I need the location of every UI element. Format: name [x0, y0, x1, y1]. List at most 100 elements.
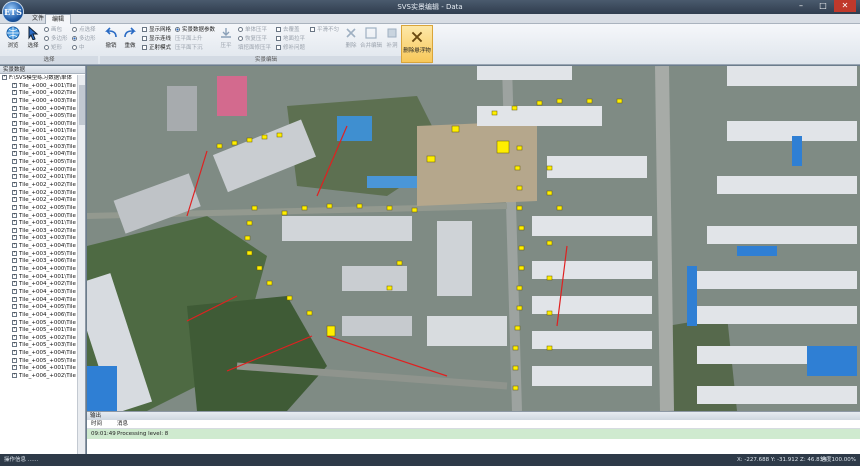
tile-checkbox[interactable]: [12, 159, 17, 165]
tree-tile-item[interactable]: Tile_+004_+002\Tile: [0, 281, 77, 289]
tile-checkbox[interactable]: [12, 174, 17, 180]
tree-tile-item[interactable]: Tile_+003_+005\Tile: [0, 250, 77, 259]
tree-tile-item[interactable]: Tile_+001_+000\Tile: [0, 120, 77, 129]
tree-tile-item[interactable]: Tile_+004_+006\Tile: [0, 311, 77, 320]
app-logo[interactable]: ETS: [2, 1, 24, 23]
tile-checkbox[interactable]: [12, 350, 17, 356]
tree-tile-item[interactable]: Tile_+003_+002\Tile: [0, 227, 77, 236]
param-up-button[interactable]: 压平面上升: [175, 35, 203, 43]
tree-tile-item[interactable]: Tile_+002_+001\Tile: [0, 174, 77, 182]
tree-tile-item[interactable]: Tile_+002_+003\Tile: [0, 189, 77, 198]
flatten-button[interactable]: 压平: [216, 26, 236, 49]
tree-tile-item[interactable]: Tile_+003_+003\Tile: [0, 235, 77, 243]
merge-edit-button[interactable]: 合并编辑: [360, 26, 382, 49]
select-option-3[interactable]: 矩形: [44, 44, 62, 52]
tree-tile-item[interactable]: Tile_+004_+003\Tile: [0, 288, 77, 297]
tree-tile-item[interactable]: Tile_+001_+004\Tile: [0, 151, 77, 159]
tile-checkbox[interactable]: [12, 372, 17, 379]
tree-scrollbar[interactable]: [77, 75, 85, 454]
tile-checkbox[interactable]: [12, 319, 17, 325]
tile-checkbox[interactable]: [12, 258, 17, 264]
select-option-1[interactable]: 画包: [44, 26, 62, 34]
tree-tile-item[interactable]: Tile_+003_+006\Tile: [0, 258, 77, 266]
tree-tile-item[interactable]: Tile_+001_+005\Tile: [0, 159, 77, 167]
redo-button[interactable]: 重做: [121, 26, 139, 49]
tree-tile-item[interactable]: Tile_+002_+005\Tile: [0, 204, 77, 213]
delete-button[interactable]: 删除: [342, 26, 360, 49]
tile-checkbox[interactable]: [12, 197, 17, 203]
minimize-button[interactable]: –: [790, 0, 812, 12]
tile-checkbox[interactable]: [12, 204, 17, 211]
auto-cover-checkbox[interactable]: 修补问题: [276, 44, 305, 52]
tree-tile-item[interactable]: Tile_+004_+005\Tile: [0, 304, 77, 312]
undo-button[interactable]: 撤销: [102, 26, 120, 49]
tile-checkbox[interactable]: [12, 181, 17, 188]
select-button[interactable]: 选择: [24, 26, 42, 49]
tree-tile-item[interactable]: Tile_+005_+003\Tile: [0, 342, 77, 350]
level-flat-checkbox[interactable]: 地面拉平: [276, 35, 305, 43]
tree-tile-item[interactable]: Tile_+004_+001\Tile: [0, 273, 77, 282]
tile-checkbox[interactable]: [12, 90, 17, 96]
tree-tile-item[interactable]: Tile_+005_+005\Tile: [0, 357, 77, 366]
tile-checkbox[interactable]: [12, 250, 17, 256]
select-option-2[interactable]: 多边形: [44, 35, 68, 43]
param-radio[interactable]: 实景数据参数: [175, 26, 215, 34]
tree-tile-item[interactable]: Tile_+001_+002\Tile: [0, 136, 77, 144]
restore-flatten-button[interactable]: 恢复压平: [238, 35, 267, 43]
browse-button[interactable]: 浏览: [4, 26, 22, 49]
tree-tile-item[interactable]: Tile_+001_+001\Tile: [0, 128, 77, 136]
tile-checkbox[interactable]: [12, 128, 17, 134]
tree-tile-item[interactable]: Tile_+004_+004\Tile: [0, 296, 77, 305]
tile-checkbox[interactable]: [12, 266, 17, 272]
tree-tile-item[interactable]: Tile_+002_+004\Tile: [0, 197, 77, 205]
tile-checkbox[interactable]: [12, 327, 17, 333]
tile-checkbox[interactable]: [12, 296, 17, 302]
tile-checkbox[interactable]: [12, 151, 17, 157]
tile-checkbox[interactable]: [12, 273, 17, 279]
tile-checkbox[interactable]: [12, 82, 17, 88]
param-down-button[interactable]: 压平面下沉: [175, 44, 203, 52]
tile-checkbox[interactable]: [12, 365, 17, 371]
tile-checkbox[interactable]: [12, 166, 17, 172]
tree-tile-item[interactable]: Tile_+000_+003\Tile: [0, 97, 77, 106]
tree-tile-item[interactable]: Tile_+006_+002\Tile: [0, 372, 77, 381]
tile-checkbox[interactable]: [12, 105, 17, 111]
tile-checkbox[interactable]: [12, 288, 17, 295]
tile-tree[interactable]: F:\SVS模型练习数据\单体Tile_+000_+001\TileTile_+…: [0, 75, 77, 454]
tile-checkbox[interactable]: [12, 311, 17, 318]
tree-tile-item[interactable]: Tile_+005_+004\Tile: [0, 350, 77, 358]
patch-button[interactable]: 补洞: [383, 26, 401, 49]
show-lines-checkbox[interactable]: 显示连线: [142, 35, 171, 43]
aerial-scene[interactable]: [87, 66, 860, 411]
tile-checkbox[interactable]: [12, 304, 17, 310]
tile-checkbox[interactable]: [2, 75, 7, 81]
flatten-hint-button[interactable]: 填挖面修压平: [238, 44, 271, 52]
tree-tile-item[interactable]: Tile_+000_+002\Tile: [0, 90, 77, 98]
tile-checkbox[interactable]: [12, 212, 17, 218]
delete-float-button[interactable]: 删除悬浮物: [401, 25, 433, 63]
tile-checkbox[interactable]: [12, 97, 17, 104]
tree-tile-item[interactable]: Tile_+002_+000\Tile: [0, 166, 77, 175]
show-grid-checkbox[interactable]: 显示网格: [142, 26, 171, 34]
tree-tile-item[interactable]: Tile_+003_+000\Tile: [0, 212, 77, 221]
select-option-6[interactable]: 中: [72, 44, 85, 52]
scene-viewport[interactable]: [87, 66, 860, 411]
tile-checkbox[interactable]: [12, 143, 17, 149]
tile-checkbox[interactable]: [12, 220, 17, 226]
tree-tile-item[interactable]: Tile_+005_+001\Tile: [0, 327, 77, 335]
ortho-mode-checkbox[interactable]: 正射模式: [142, 44, 171, 52]
tree-tile-item[interactable]: Tile_+005_+000\Tile: [0, 319, 77, 328]
tree-tile-item[interactable]: Tile_+000_+004\Tile: [0, 105, 77, 114]
tile-checkbox[interactable]: [12, 120, 17, 127]
scroll-thumb[interactable]: [79, 85, 85, 125]
log-col-time[interactable]: 时间: [91, 420, 102, 429]
tree-tile-item[interactable]: Tile_+004_+000\Tile: [0, 266, 77, 274]
tile-checkbox[interactable]: [12, 235, 17, 241]
tile-checkbox[interactable]: [12, 281, 17, 287]
tile-checkbox[interactable]: [12, 243, 17, 249]
tree-tile-item[interactable]: Tile_+002_+002\Tile: [0, 181, 77, 190]
tree-tile-item[interactable]: Tile_+000_+005\Tile: [0, 113, 77, 121]
maximize-button[interactable]: □: [812, 0, 834, 12]
log-col-message[interactable]: 消息: [117, 420, 128, 429]
tile-checkbox[interactable]: [12, 334, 17, 340]
